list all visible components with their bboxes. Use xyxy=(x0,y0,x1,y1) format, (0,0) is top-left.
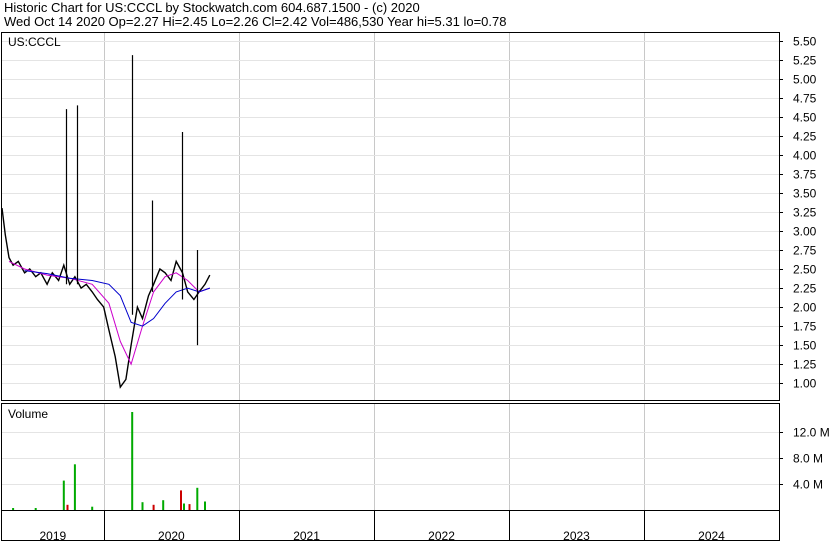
price-tick-label-1: 5.25 xyxy=(793,54,817,68)
price-panel-title: US:CCCL xyxy=(8,35,61,49)
price-tick-label-9: 3.25 xyxy=(793,206,817,220)
volume-bar-11 xyxy=(183,503,185,510)
price-tick-label-10: 3.00 xyxy=(793,225,817,239)
volume-bars-layer xyxy=(12,412,206,510)
price-tick-label-15: 1.75 xyxy=(793,320,817,334)
price-tick-label-18: 1.00 xyxy=(793,377,817,391)
volume-tick-label-0: 12.0 M xyxy=(793,426,830,440)
volume-bar-0 xyxy=(12,508,15,510)
price-y-ticks: 5.50 5.25 5.00 4.75 4.50 4.25 4.00 3.75 3.50 3.25… xyxy=(779,35,817,391)
chart-canvas: 5.50 5.25 5.00 4.75 4.50 4.25 4.00 3.75 3.50 3.25… xyxy=(1,32,830,543)
volume-tick-label-2: 4.0 M xyxy=(793,478,823,492)
volume-bar-2 xyxy=(62,480,65,510)
volume-panel-title: Volume xyxy=(8,407,48,421)
volume-bar-4 xyxy=(73,464,76,510)
price-series-layer xyxy=(1,55,211,389)
volume-grid xyxy=(2,404,779,510)
volume-tick-label-1: 8.0 M xyxy=(793,452,823,466)
price-tick-label-0: 5.50 xyxy=(793,35,817,49)
volume-bar-9 xyxy=(162,500,165,510)
volume-bar-3 xyxy=(66,504,69,510)
volume-bar-7 xyxy=(141,502,144,510)
volume-y-ticks: 12.0 M 8.0 M 4.0 M xyxy=(779,426,830,492)
volume-panel-frame xyxy=(1,403,780,511)
x-axis-frame xyxy=(1,510,780,541)
price-grid xyxy=(2,33,779,400)
price-tick-label-2: 5.00 xyxy=(793,73,817,87)
volume-bar-6 xyxy=(131,412,134,510)
price-tick-label-4: 4.50 xyxy=(793,111,817,125)
price-tick-label-11: 2.75 xyxy=(793,244,817,258)
price-tick-label-6: 4.00 xyxy=(793,149,817,163)
volume-bar-12 xyxy=(188,504,191,510)
price-tick-label-7: 3.75 xyxy=(793,168,817,182)
price-tick-label-8: 3.50 xyxy=(793,187,817,201)
price-tick-label-5: 4.25 xyxy=(793,130,817,144)
price-tick-label-12: 2.50 xyxy=(793,263,817,277)
volume-bar-13 xyxy=(196,487,199,510)
x-year-labels: 2019 2020 2021 2022 2023 2024 xyxy=(39,510,725,543)
price-tick-label-16: 1.50 xyxy=(793,339,817,353)
volume-bar-1 xyxy=(34,508,37,510)
price-tick-label-17: 1.25 xyxy=(793,358,817,372)
series-line-price xyxy=(1,208,211,389)
volume-bar-14 xyxy=(204,501,206,510)
series-line-moving_average_short xyxy=(8,260,210,366)
price-tick-label-14: 2.00 xyxy=(793,301,817,315)
volume-bar-10 xyxy=(180,490,182,510)
price-tick-label-3: 4.75 xyxy=(793,92,817,106)
price-tick-label-13: 2.25 xyxy=(793,282,817,296)
volume-bar-8 xyxy=(152,504,155,510)
volume-bar-5 xyxy=(91,506,94,510)
